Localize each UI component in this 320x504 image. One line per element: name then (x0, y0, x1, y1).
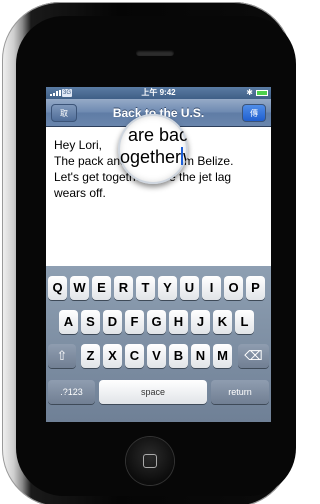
bluetooth-icon: ✱ (246, 88, 253, 97)
status-clock: 上午 9:42 (141, 88, 176, 97)
key-a[interactable]: A (59, 310, 78, 334)
earpiece-speaker (136, 50, 174, 56)
key-j[interactable]: J (191, 310, 210, 334)
numbers-key[interactable]: .?123 (48, 380, 95, 404)
key-c[interactable]: C (125, 344, 144, 368)
key-i[interactable]: I (202, 276, 221, 300)
shift-key-icon[interactable]: ⇧ (48, 344, 76, 368)
keyboard: Q W E R T Y U I O P A S D F G H J K L ⇧ … (46, 266, 271, 422)
key-x[interactable]: X (103, 344, 122, 368)
key-f[interactable]: F (125, 310, 144, 334)
screen: 3G 上午 9:42 ✱ 取消 Back to the U.S. 傳送 Hey … (46, 87, 271, 422)
key-d[interactable]: D (103, 310, 122, 334)
text-magnifier-loupe: are back ogetherwhe (118, 114, 188, 184)
magnified-line-1: are back (128, 125, 188, 145)
key-q[interactable]: Q (48, 276, 67, 300)
message-line: wears off. (54, 186, 106, 200)
key-v[interactable]: V (147, 344, 166, 368)
key-m[interactable]: M (213, 344, 232, 368)
key-u[interactable]: U (180, 276, 199, 300)
battery-icon (256, 90, 268, 96)
key-k[interactable]: K (213, 310, 232, 334)
key-s[interactable]: S (81, 310, 100, 334)
delete-key-icon[interactable]: ⌫ (238, 344, 269, 368)
key-y[interactable]: Y (158, 276, 177, 300)
key-o[interactable]: O (224, 276, 243, 300)
magnified-text-after: whe (183, 147, 188, 167)
status-bar: 3G 上午 9:42 ✱ (46, 87, 271, 99)
home-square-icon (143, 454, 157, 468)
key-n[interactable]: N (191, 344, 210, 368)
cancel-button[interactable]: 取消 (51, 104, 77, 136)
key-r[interactable]: R (114, 276, 133, 300)
home-button[interactable] (126, 437, 174, 485)
key-t[interactable]: T (136, 276, 155, 300)
key-b[interactable]: B (169, 344, 188, 368)
key-h[interactable]: H (169, 310, 188, 334)
magnified-text-before: ogether (120, 147, 182, 167)
return-key[interactable]: return (211, 380, 269, 404)
space-key[interactable]: space (99, 380, 207, 404)
key-g[interactable]: G (147, 310, 166, 334)
key-z[interactable]: Z (81, 344, 100, 368)
key-p[interactable]: P (246, 276, 265, 300)
magnified-line-2: ogetherwhe (120, 146, 188, 168)
send-button[interactable]: 傳送 (242, 104, 266, 136)
key-e[interactable]: E (92, 276, 111, 300)
key-w[interactable]: W (70, 276, 89, 300)
key-l[interactable]: L (235, 310, 254, 334)
